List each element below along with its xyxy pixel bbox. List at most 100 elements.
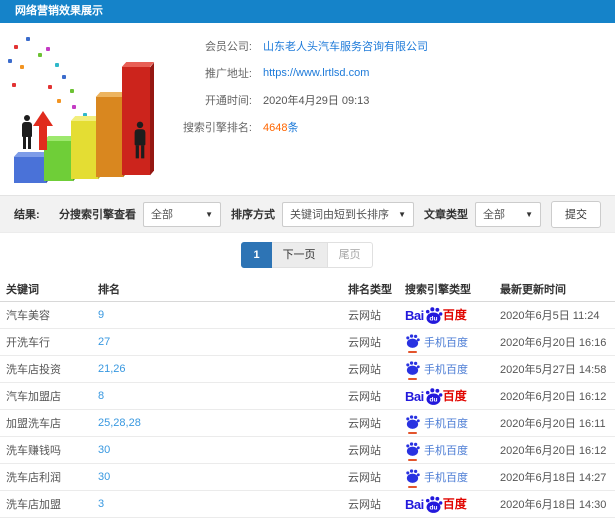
cell-updated: 2020年6月20日 16:16 [500, 337, 607, 349]
results-table-body: 汽车美容 9 云网站 Bai du 百度 2020年6月5日 11:24 开洗车… [0, 302, 615, 518]
bar-chart-illustration [0, 23, 185, 195]
baidu-logo: Bai du 百度 [405, 387, 467, 405]
cell-engine: Bai du 百度 [405, 441, 500, 461]
cell-rank[interactable]: 27 [98, 336, 348, 348]
chevron-down-icon: ▼ [205, 209, 213, 219]
cell-updated: 2020年6月18日 14:30 [500, 499, 607, 511]
chevron-down-icon: ▼ [525, 209, 533, 219]
businessman-figure [20, 115, 34, 149]
page-button-1[interactable]: 1 [241, 241, 272, 268]
bar-blue [14, 157, 46, 183]
svg-text:du: du [429, 396, 437, 403]
results-table-header: 关键词 排名 排名类型 搜索引擎类型 最新更新时间 [0, 276, 615, 302]
baidu-mobile-paw-icon [405, 441, 420, 461]
last-page-button[interactable]: 尾页 [326, 241, 373, 268]
baidu-mobile-paw-icon [405, 414, 420, 434]
cell-rank-type: 云网站 [348, 445, 381, 457]
cell-keyword: 开洗车行 [6, 337, 50, 349]
growth-arrow-icon [33, 111, 53, 150]
header-updated: 最新更新时间 [500, 283, 566, 296]
cell-engine: Bai du 百度 [405, 387, 500, 405]
table-row: 汽车加盟店 8 云网站 Bai du 百度 2020年6月20日 16:12 [0, 383, 615, 410]
sort-select[interactable]: 关键词由短到长排序 ▼ [282, 201, 414, 227]
cell-engine: Bai du 百度 [405, 360, 500, 380]
baidu-mobile-logo: 手机百度 [405, 468, 468, 488]
promo-url-link[interactable]: https://www.lrtlsd.com [263, 67, 369, 79]
cell-rank[interactable]: 21,26 [98, 363, 348, 375]
cell-updated: 2020年5月27日 14:58 [500, 364, 607, 376]
cell-rank[interactable]: 25,28,28 [98, 417, 348, 429]
cell-updated: 2020年6月18日 14:27 [500, 472, 607, 484]
cell-rank-type: 云网站 [348, 499, 381, 511]
cell-updated: 2020年6月20日 16:12 [500, 391, 607, 403]
results-section-label: 结果: [14, 209, 40, 221]
table-row: 洗车赚钱吗 30 云网站 Bai du 百度 [0, 437, 615, 464]
baidu-logo: Bai du 百度 [405, 306, 467, 324]
sort-select-value: 关键词由短到长排序 [290, 209, 389, 221]
header-rank: 排名 [98, 283, 120, 296]
type-filter-label: 文章类型 [424, 209, 468, 221]
confetti-dot [20, 65, 24, 69]
opened-time-label: 开通时间: [204, 94, 252, 107]
header-keyword: 关键词 [6, 283, 39, 296]
cell-rank[interactable]: 3 [98, 498, 348, 510]
baidu-mobile-logo: 手机百度 [405, 333, 468, 353]
table-row: 开洗车行 27 云网站 Bai du 百度 [0, 329, 615, 356]
baidu-mobile-logo: 手机百度 [405, 360, 468, 380]
confetti-dot [46, 47, 50, 51]
submit-button[interactable]: 提交 [551, 200, 601, 228]
cell-updated: 2020年6月20日 16:12 [500, 445, 607, 457]
cell-rank[interactable]: 8 [98, 390, 348, 402]
baidu-mobile-paw-icon [405, 360, 420, 380]
confetti-dot [72, 105, 76, 109]
cell-engine: Bai du 百度 [405, 306, 500, 324]
confetti-dot [12, 83, 16, 87]
confetti-dot [48, 85, 52, 89]
cell-engine: Bai du 百度 [405, 495, 500, 513]
header-engine-type: 搜索引擎类型 [405, 283, 471, 296]
cell-updated: 2020年6月5日 11:24 [500, 310, 600, 322]
baidu-mobile-paw-icon [405, 333, 420, 353]
confetti-dot [33, 78, 37, 82]
cell-keyword: 汽车加盟店 [6, 391, 61, 403]
sort-filter-label: 排序方式 [231, 209, 275, 221]
results-table: 关键词 排名 排名类型 搜索引擎类型 最新更新时间 汽车美容 9 云网站 Bai… [0, 276, 615, 518]
bar-orange [96, 97, 123, 177]
table-row: 洗车店加盟 3 云网站 Bai du 百度 2020年6月18日 14:30 [0, 491, 615, 518]
bar-yellow [71, 121, 98, 179]
cell-rank-type: 云网站 [348, 418, 381, 430]
cell-rank-type: 云网站 [348, 472, 381, 484]
filter-bar: 结果: 分搜索引擎查看 全部 ▼ 排序方式 关键词由短到长排序 ▼ 文章类型 全… [0, 195, 615, 233]
profile-row-ranking: 搜索引擎排名: 4648条 [168, 113, 428, 140]
baidu-mobile-logo: 手机百度 [405, 414, 468, 434]
company-label: 会员公司: [204, 40, 252, 53]
cell-engine: Bai du 百度 [405, 414, 500, 434]
cell-keyword: 洗车赚钱吗 [6, 445, 61, 457]
cell-rank[interactable]: 30 [98, 444, 348, 456]
cell-rank-type: 云网站 [348, 310, 381, 322]
info-section: 会员公司: 山东老人头汽车服务咨询有限公司 推广地址: https://www.… [0, 23, 615, 195]
engine-filter-label: 分搜索引擎查看 [59, 209, 136, 221]
cell-updated: 2020年6月20日 16:11 [500, 418, 606, 430]
cell-keyword: 洗车店加盟 [6, 499, 61, 511]
cell-keyword: 洗车店利润 [6, 472, 61, 484]
baidu-paw-icon: du [425, 306, 443, 324]
confetti-dot [26, 37, 30, 41]
ranking-number: 4648 [263, 121, 288, 134]
table-row: 洗车店投资 21,26 云网站 Bai du 百度 [0, 356, 615, 383]
next-page-button[interactable]: 下一页 [270, 241, 328, 268]
company-name-link[interactable]: 山东老人头汽车服务咨询有限公司 [263, 38, 428, 54]
profile-row-company: 会员公司: 山东老人头汽车服务咨询有限公司 [168, 32, 428, 59]
article-type-select[interactable]: 全部 ▼ [475, 201, 541, 227]
cell-rank[interactable]: 9 [98, 309, 348, 321]
cell-engine: Bai du 百度 [405, 468, 500, 488]
ranking-count-value: 4648条 [263, 119, 298, 135]
confetti-dot [8, 59, 12, 63]
cell-rank[interactable]: 30 [98, 471, 348, 483]
table-row: 汽车美容 9 云网站 Bai du 百度 2020年6月5日 11:24 [0, 302, 615, 329]
cell-keyword: 汽车美容 [6, 310, 50, 322]
page-title: 网络营销效果展示 [15, 5, 103, 17]
engine-select[interactable]: 全部 ▼ [143, 201, 221, 227]
engine-select-value: 全部 [151, 209, 173, 221]
confetti-dot [38, 53, 42, 57]
